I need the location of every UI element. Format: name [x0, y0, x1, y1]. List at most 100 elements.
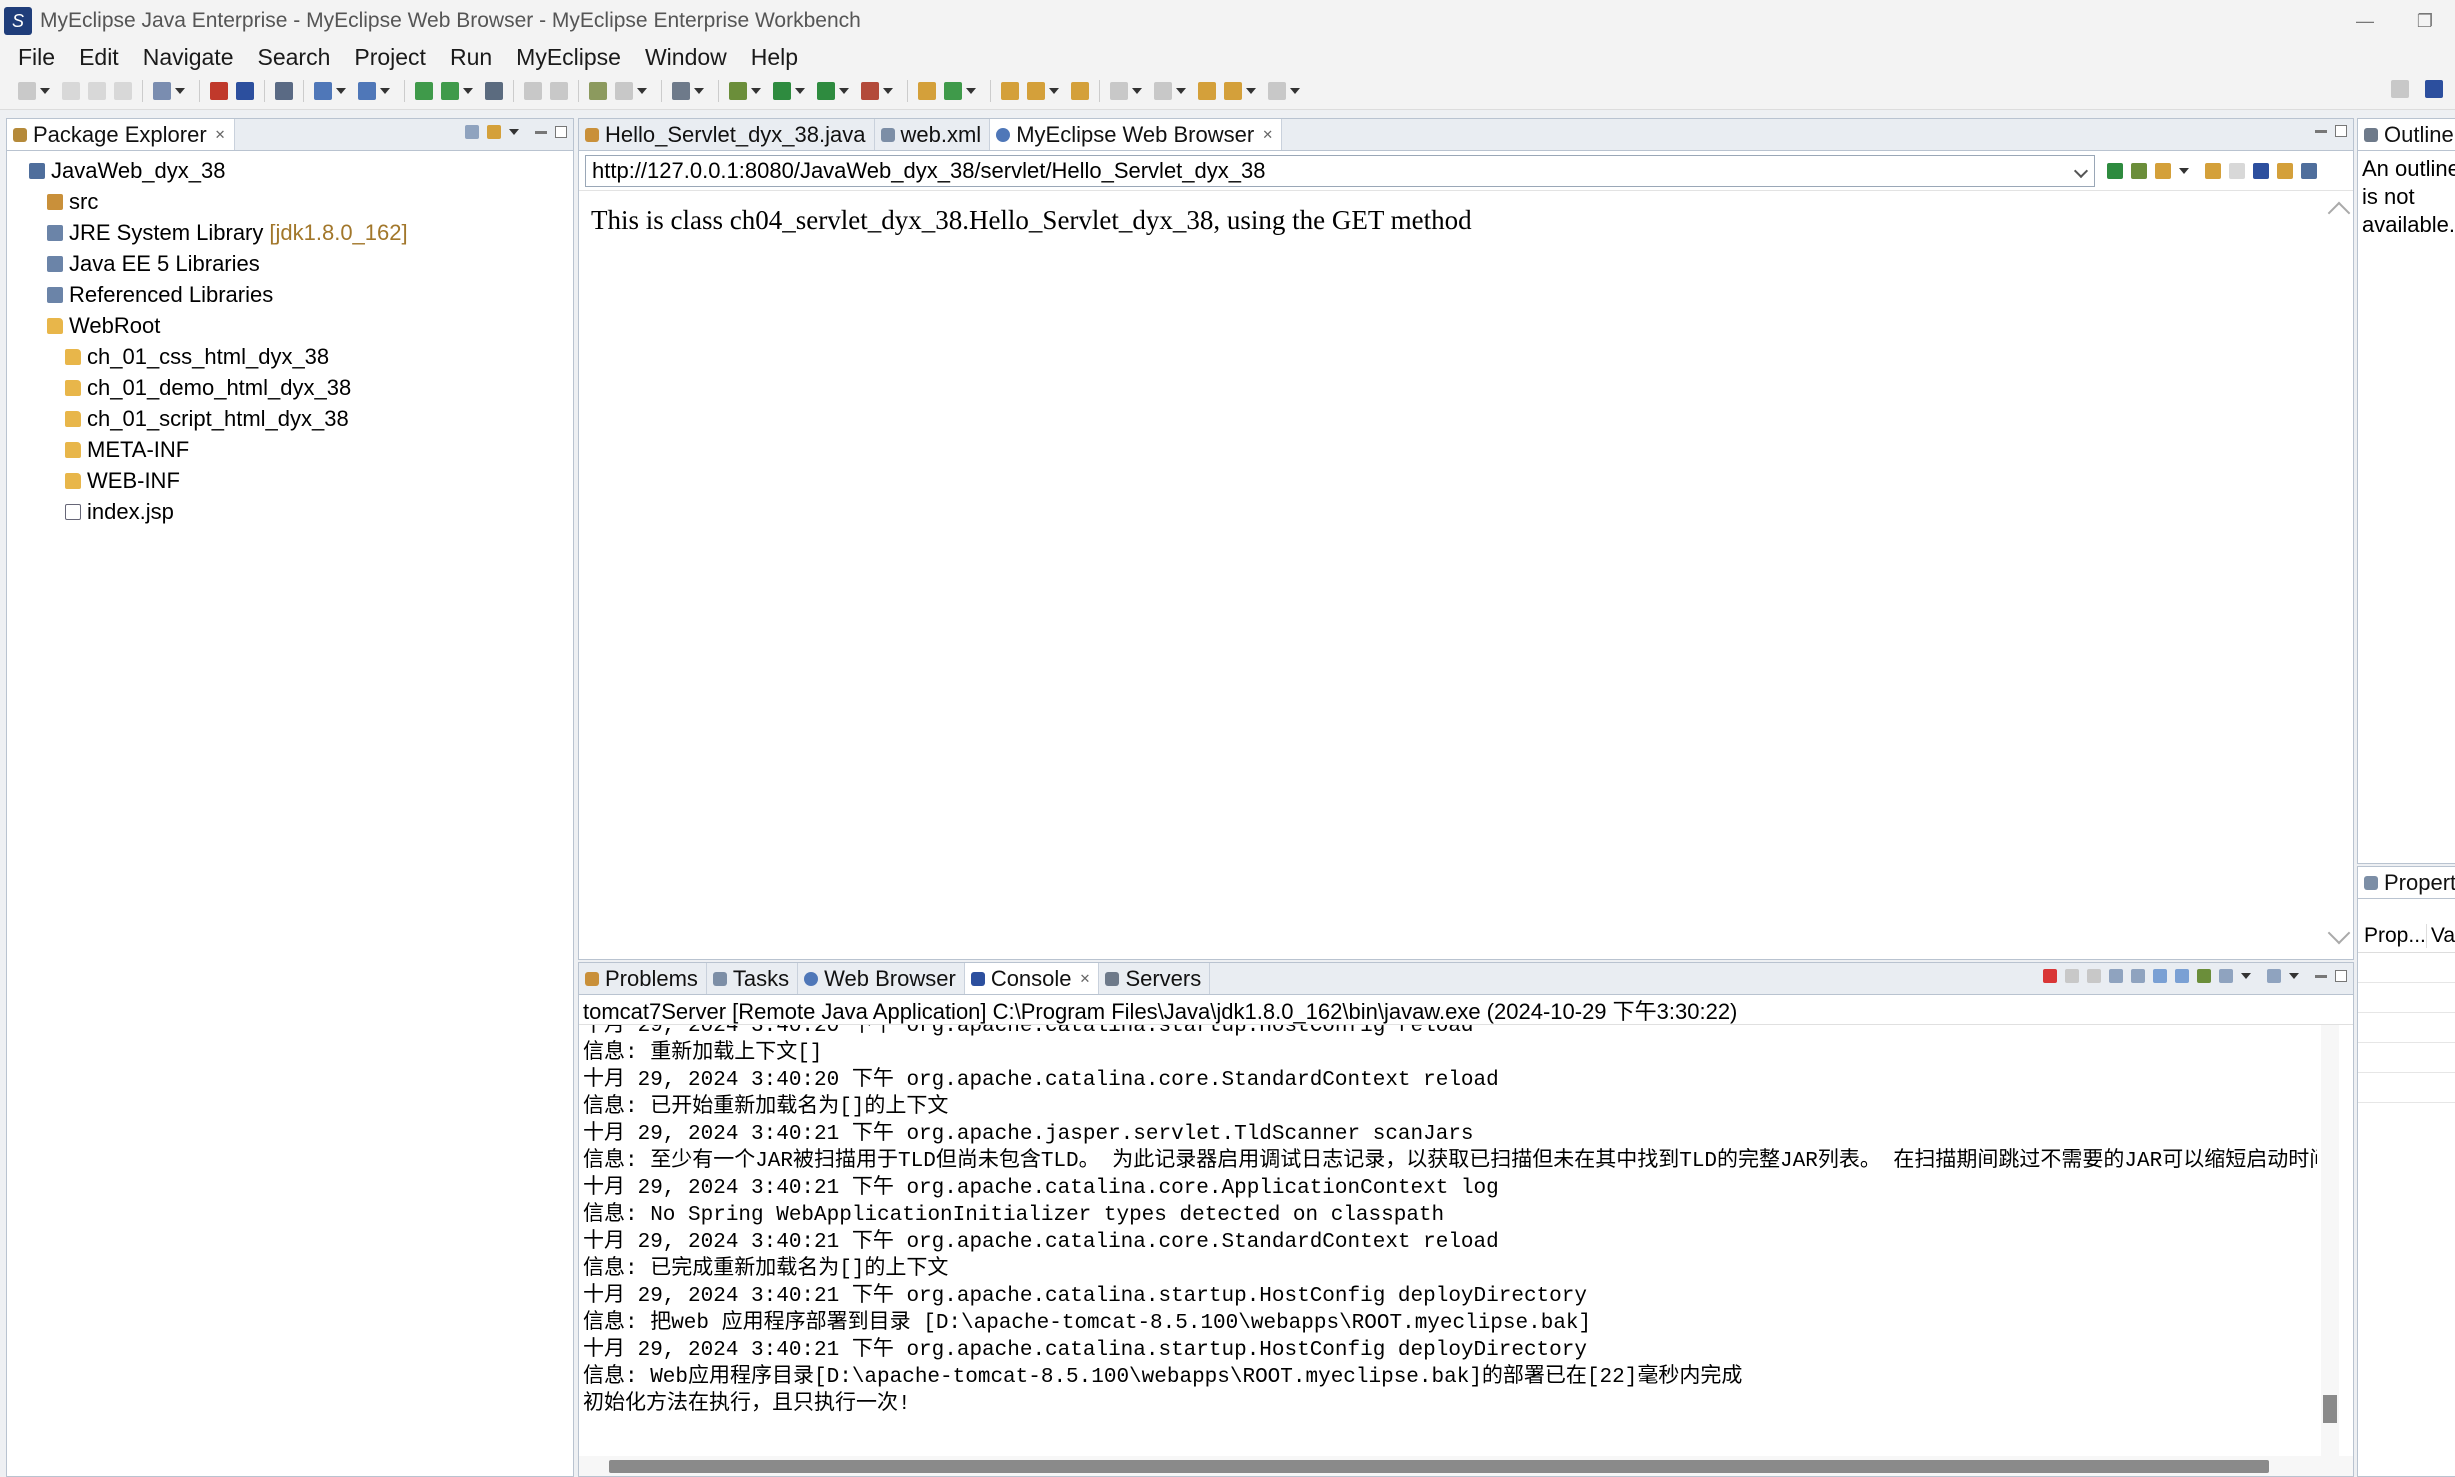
chevron-down-icon[interactable]	[694, 87, 704, 94]
link-icon[interactable]	[524, 81, 542, 100]
tree-item-folder[interactable]: ch_01_css_html_dyx_38	[7, 341, 573, 372]
save-icon[interactable]	[62, 81, 80, 100]
myeclipse-perspective-icon[interactable]	[2425, 80, 2443, 98]
run-server-icon[interactable]	[441, 81, 459, 100]
chevron-down-icon[interactable]	[839, 87, 849, 94]
tree-item-folder[interactable]: WEB-INF	[7, 465, 573, 496]
close-icon[interactable]: ✕	[215, 127, 226, 143]
chevron-down-icon[interactable]	[751, 87, 761, 94]
chevron-down-icon[interactable]	[795, 87, 805, 94]
terminate-icon[interactable]	[2043, 969, 2057, 983]
menu-help[interactable]: Help	[739, 44, 810, 71]
tab-properties[interactable]: Properties	[2358, 867, 2455, 898]
chevron-down-icon[interactable]	[2179, 167, 2189, 174]
menu-navigate[interactable]: Navigate	[131, 44, 246, 71]
open-type-icon[interactable]	[210, 81, 228, 100]
remove-launch-icon[interactable]	[2065, 969, 2079, 983]
clear-console-icon[interactable]	[2109, 969, 2123, 983]
tab-outline[interactable]: Outline	[2358, 119, 2455, 150]
url-field[interactable]: http://127.0.0.1:8080/JavaWeb_dyx_38/ser…	[585, 154, 2095, 187]
package-icon[interactable]	[589, 81, 607, 100]
settings-icon[interactable]	[2131, 162, 2147, 179]
run-icon[interactable]	[773, 81, 791, 100]
minimize-view-button[interactable]	[2315, 129, 2327, 133]
external-tools-icon[interactable]	[861, 81, 879, 100]
maximize-view-button[interactable]	[2335, 125, 2347, 137]
scrollbar-thumb[interactable]	[609, 1460, 2269, 1473]
tab-servers[interactable]: Servers	[1099, 963, 1211, 994]
tree-item-project[interactable]: JavaWeb_dyx_38	[7, 155, 573, 186]
chevron-down-icon[interactable]	[966, 87, 976, 94]
save-all-icon[interactable]	[88, 81, 106, 100]
menu-run[interactable]: Run	[438, 44, 504, 71]
back-icon[interactable]	[2205, 162, 2221, 179]
menu-myeclipse[interactable]: MyEclipse	[504, 44, 633, 71]
show-stderr-icon[interactable]	[2175, 969, 2189, 983]
window-icon[interactable]	[672, 81, 690, 100]
console-vertical-scrollbar[interactable]	[2321, 1025, 2339, 1461]
go-icon[interactable]	[2107, 162, 2123, 179]
scroll-lock-icon[interactable]	[2131, 969, 2145, 983]
next-annotation-icon[interactable]	[1110, 81, 1128, 100]
minimize-button[interactable]: —	[2335, 0, 2395, 42]
link-with-editor-icon[interactable]	[487, 125, 501, 139]
collapse-all-icon[interactable]	[465, 125, 479, 139]
chevron-down-icon[interactable]	[175, 87, 185, 94]
property-column-header[interactable]: Prop...	[2358, 923, 2427, 948]
new-project-icon[interactable]	[153, 81, 171, 100]
new-class-icon[interactable]	[944, 81, 962, 100]
configure-icon[interactable]	[615, 81, 633, 100]
value-column-header[interactable]: Value	[2427, 924, 2455, 948]
tab-web-browser[interactable]: Web Browser	[798, 963, 965, 994]
forward-icon[interactable]	[2229, 162, 2245, 179]
open-perspective-icon[interactable]	[2391, 80, 2409, 98]
tab-problems[interactable]: Problems	[579, 963, 707, 994]
chevron-down-icon[interactable]	[380, 87, 390, 94]
menu-window[interactable]: Window	[633, 44, 739, 71]
display-console-icon[interactable]	[2219, 969, 2233, 983]
open-resource-icon[interactable]	[236, 81, 254, 100]
menu-project[interactable]: Project	[342, 44, 438, 71]
pencil-icon[interactable]	[1027, 81, 1045, 100]
chevron-down-icon[interactable]	[1132, 87, 1142, 94]
tree-item-folder[interactable]: ch_01_script_html_dyx_38	[7, 403, 573, 434]
tab-hello-servlet-java[interactable]: Hello_Servlet_dyx_38.java	[579, 119, 875, 150]
console-horizontal-scrollbar[interactable]	[579, 1456, 2353, 1476]
prev-annotation-icon[interactable]	[1154, 81, 1172, 100]
minimize-view-button[interactable]	[2315, 974, 2327, 978]
new-java-package-icon[interactable]	[918, 81, 936, 100]
maximize-view-button[interactable]	[2335, 970, 2347, 982]
tree-item-folder[interactable]: META-INF	[7, 434, 573, 465]
tree-item-webroot[interactable]: WebRoot	[7, 310, 573, 341]
tree-item-referenced-libraries[interactable]: Referenced Libraries	[7, 279, 573, 310]
debug-icon[interactable]	[729, 81, 747, 100]
open-folder-icon[interactable]	[1001, 81, 1019, 100]
tree-item-src[interactable]: src	[7, 186, 573, 217]
view-menu-icon[interactable]	[509, 129, 519, 135]
maximize-view-button[interactable]	[555, 126, 567, 138]
scrollbar-thumb[interactable]	[2323, 1395, 2337, 1423]
tab-myeclipse-web-browser[interactable]: MyEclipse Web Browser ✕	[990, 119, 1283, 150]
unlink-icon[interactable]	[550, 81, 568, 100]
tree-item-jre-library[interactable]: JRE System Library [jdk1.8.0_162]	[7, 217, 573, 248]
open-external-icon[interactable]	[2301, 162, 2317, 179]
console-output[interactable]: 十月 29, 2024 3:40:20 下午 org.apache.catali…	[579, 1025, 2317, 1461]
tab-console[interactable]: Console ✕	[964, 963, 1100, 994]
stop-icon[interactable]	[2253, 162, 2269, 179]
task-icon[interactable]	[1071, 81, 1089, 100]
chevron-down-icon[interactable]	[2241, 973, 2251, 979]
favorite-icon[interactable]	[2155, 162, 2171, 179]
forward-icon[interactable]	[1268, 81, 1286, 100]
deploy-icon[interactable]	[314, 81, 332, 100]
close-icon[interactable]: ✕	[1080, 971, 1091, 987]
tab-web-xml[interactable]: web.xml	[875, 119, 991, 150]
open-console-icon[interactable]	[2267, 969, 2281, 983]
last-edit-icon[interactable]	[1198, 81, 1216, 100]
tab-tasks[interactable]: Tasks	[707, 963, 799, 994]
refresh-icon[interactable]	[2277, 162, 2293, 179]
database-icon[interactable]	[275, 81, 293, 100]
chevron-down-icon[interactable]	[637, 87, 647, 94]
chevron-down-icon[interactable]	[1049, 87, 1059, 94]
chevron-down-icon[interactable]	[463, 87, 473, 94]
coverage-icon[interactable]	[817, 81, 835, 100]
